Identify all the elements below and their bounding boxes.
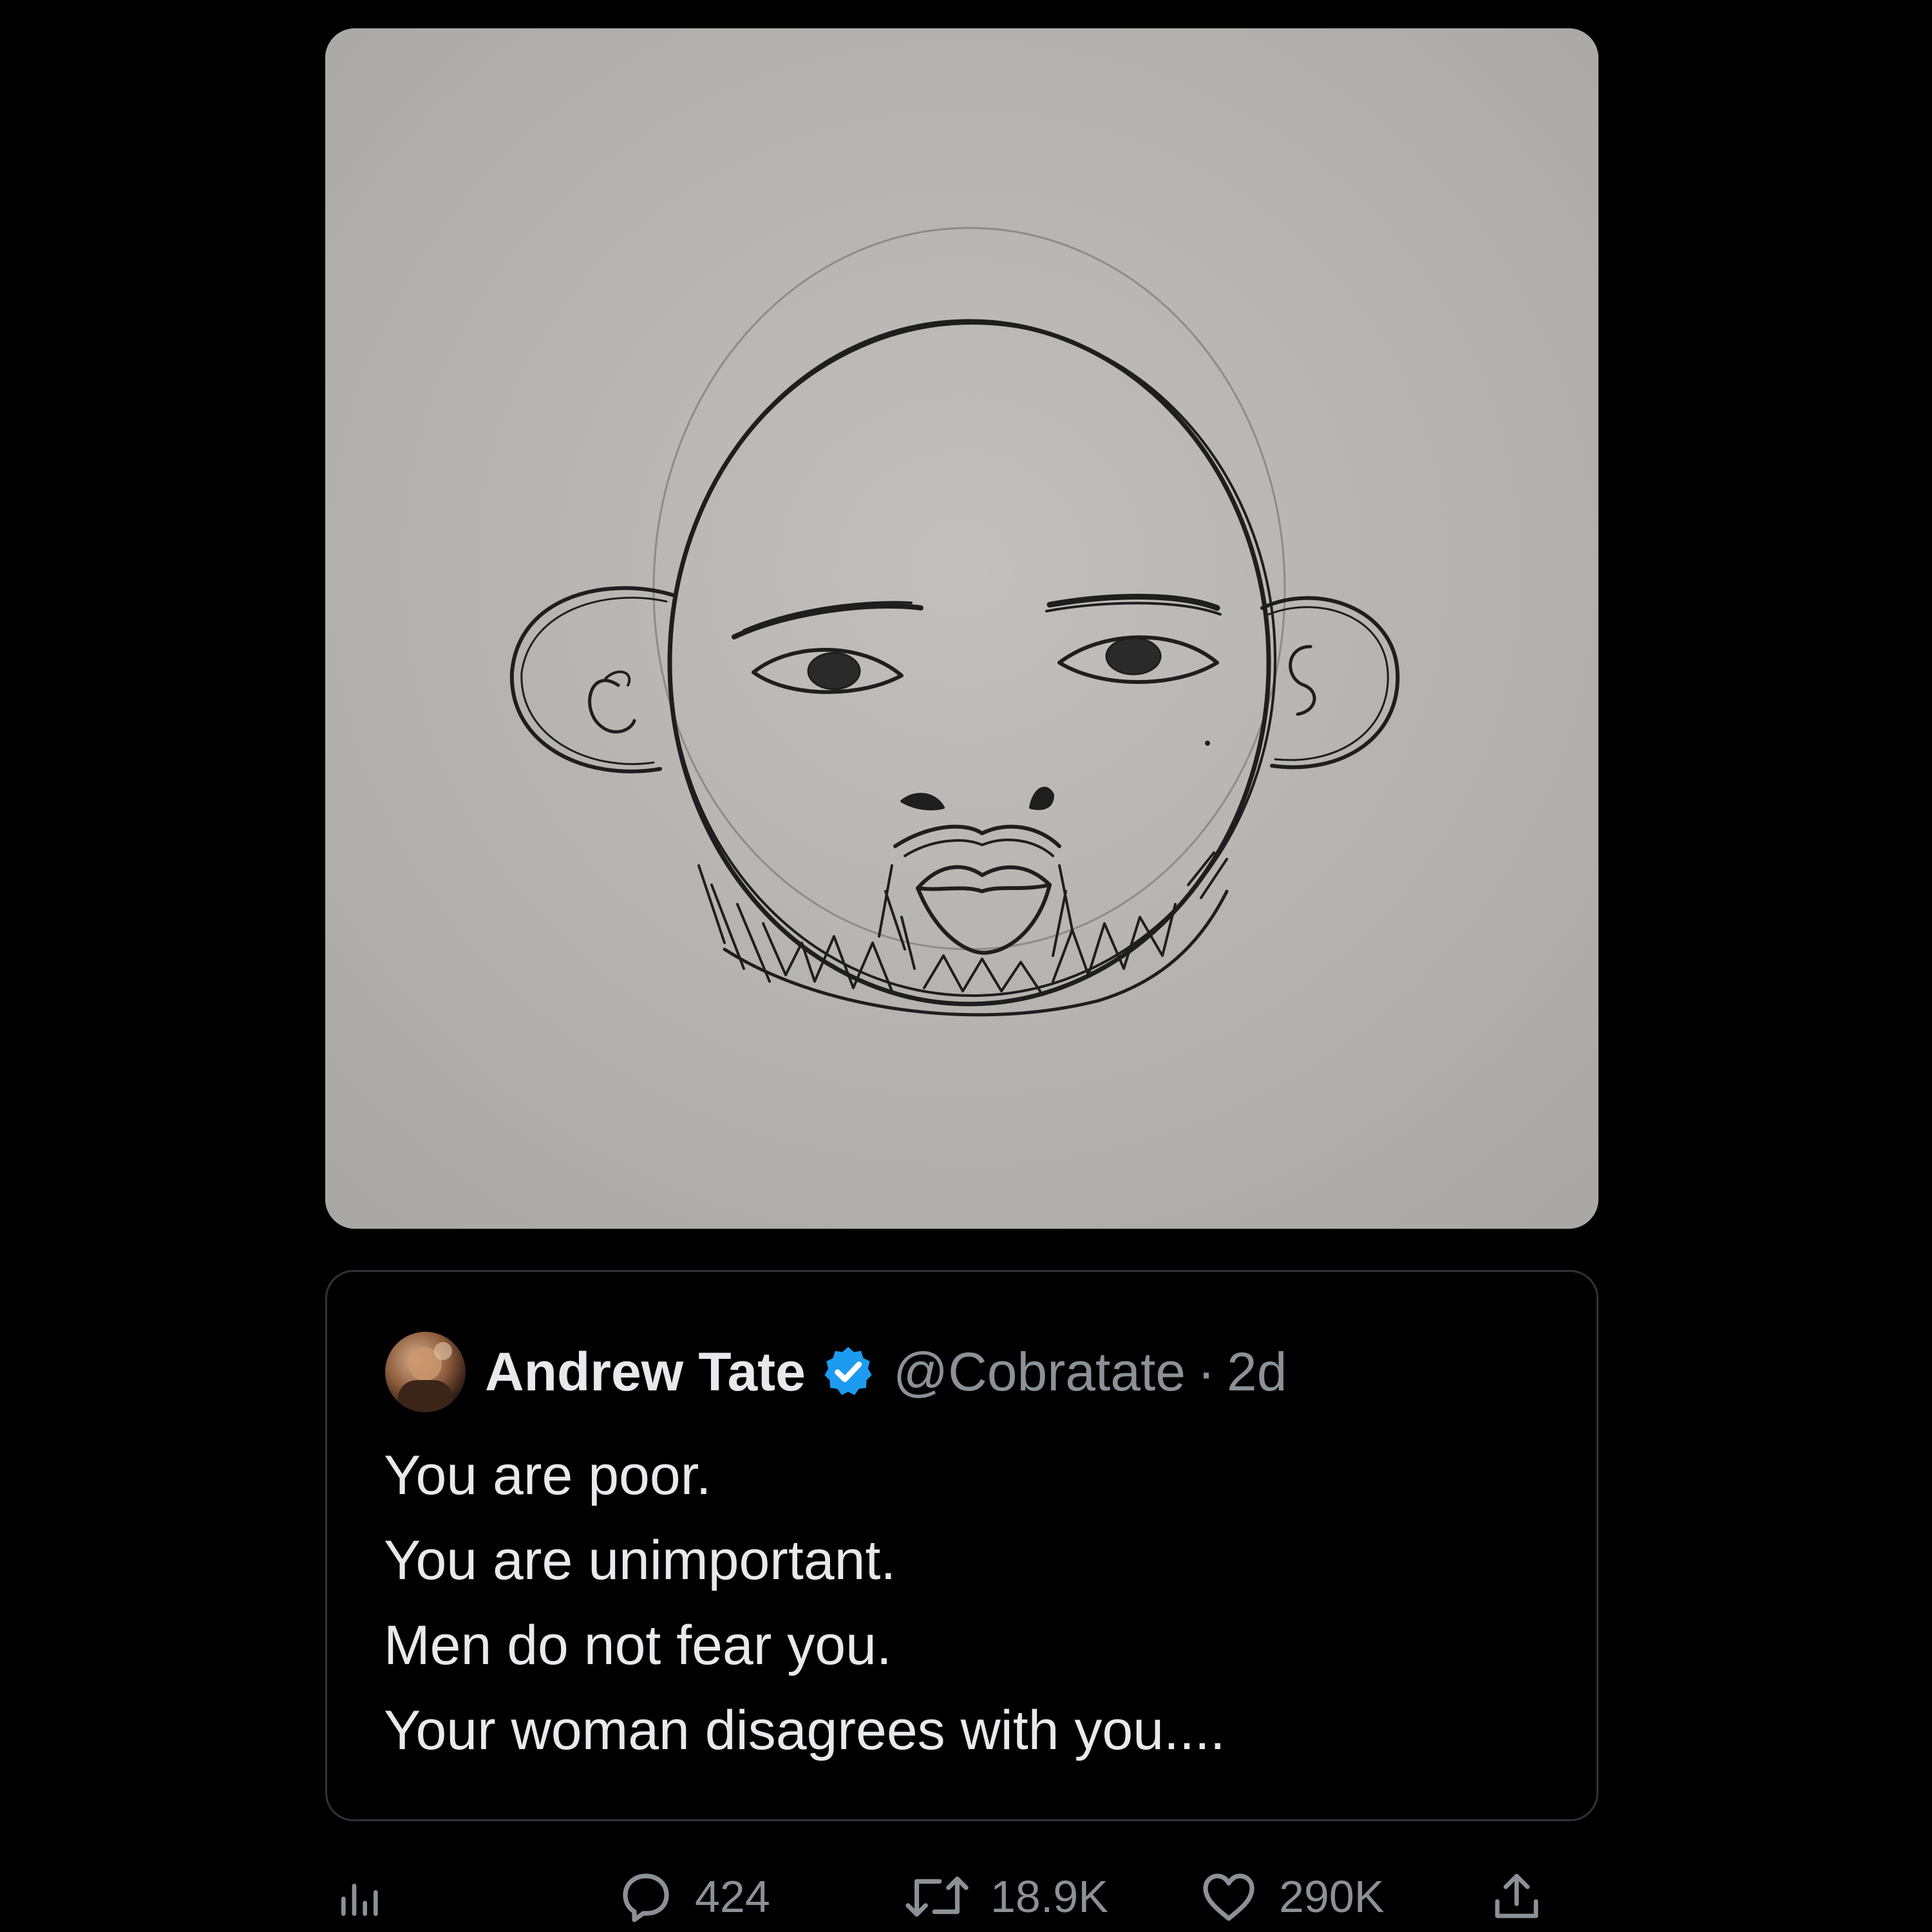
reply-count: 424 [695, 1871, 770, 1922]
heart-icon [1203, 1873, 1255, 1921]
reply-button[interactable]: 424 [615, 1861, 770, 1932]
tweet-media-image[interactable] [325, 28, 1598, 1229]
retweet-button[interactable]: 18.9K [902, 1861, 1108, 1932]
avatar-photo-icon [398, 1341, 453, 1412]
quoted-tweet-header: Andrew Tate @Cobratate · 2d [385, 1330, 1287, 1414]
analytics-icon [341, 1884, 378, 1916]
like-count: 290K [1279, 1871, 1385, 1922]
tweet-text-line: Your woman disagrees with you.... [384, 1700, 1226, 1761]
avatar[interactable] [385, 1331, 466, 1412]
share-icon [1495, 1873, 1539, 1918]
pencil-sketch-face-icon [325, 28, 1598, 1229]
author-handle[interactable]: @Cobratate [893, 1341, 1186, 1403]
quoted-tweet-card[interactable]: Andrew Tate @Cobratate · 2d You are poor… [325, 1270, 1598, 1821]
separator-dot: · [1197, 1341, 1216, 1402]
retweet-count: 18.9K [990, 1871, 1108, 1922]
share-button[interactable] [1488, 1861, 1546, 1932]
tweet-text-line: You are poor. [384, 1444, 712, 1506]
verified-badge-icon [824, 1347, 872, 1396]
quoted-tweet-text: You are poor. You are unimportant. Men d… [384, 1433, 1558, 1773]
analytics-button[interactable] [335, 1861, 386, 1932]
tweet-text-line: You are unimportant. [384, 1530, 896, 1591]
tweet-action-bar: 424 18.9K 290K [0, 1861, 1932, 1932]
like-button[interactable]: 290K [1197, 1861, 1384, 1932]
author-name[interactable]: Andrew Tate [485, 1341, 806, 1403]
tweet-text-line: Men do not fear you. [384, 1615, 892, 1676]
reply-icon [623, 1873, 669, 1922]
retweet-icon [905, 1876, 969, 1917]
tweet-timestamp[interactable]: 2d [1227, 1341, 1287, 1403]
